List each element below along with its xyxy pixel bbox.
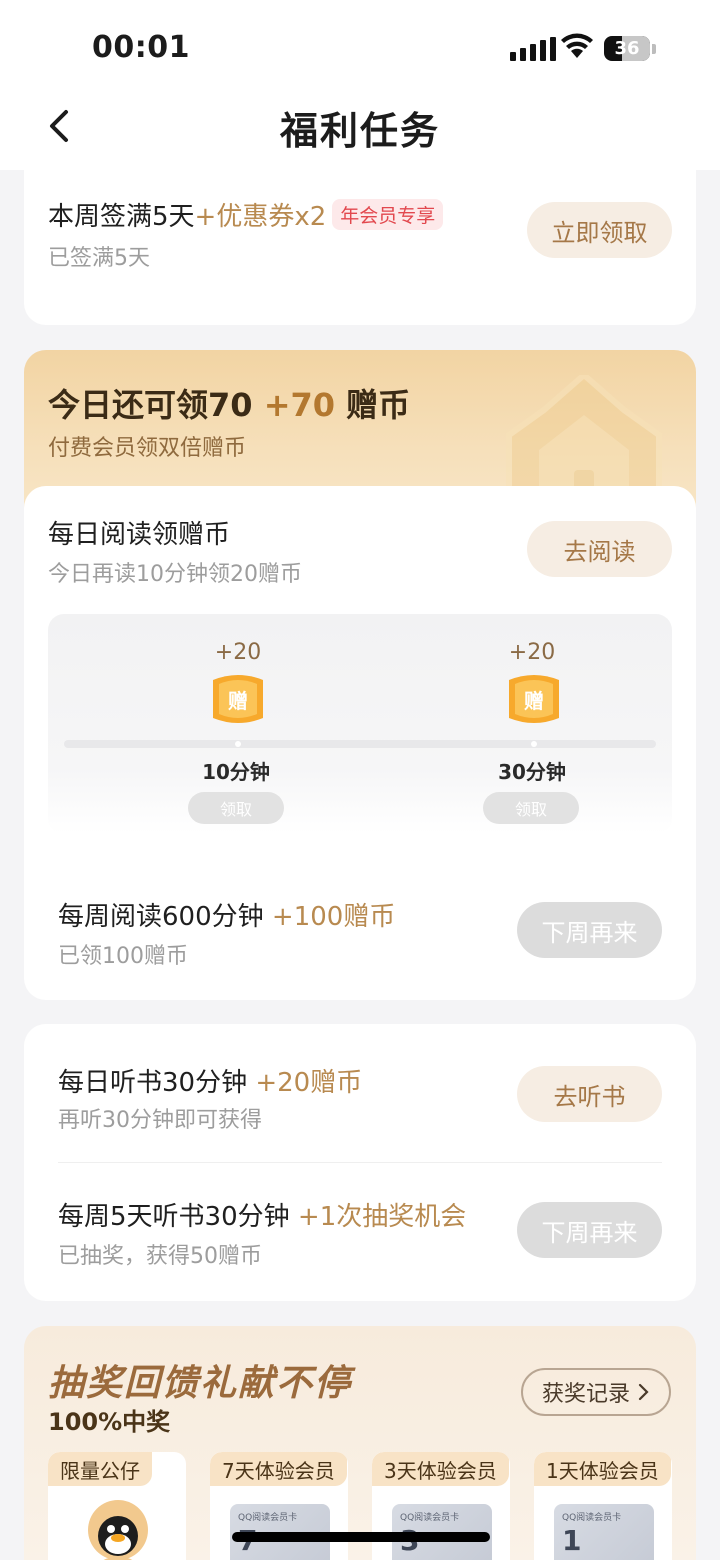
weekly-signin-title: 本周签满5天 bbox=[48, 202, 195, 232]
coins-amount: 70 bbox=[208, 386, 253, 424]
claim-30min-button[interactable]: 领取 bbox=[483, 792, 579, 824]
member-card-caption: QQ阅读会员卡 bbox=[238, 1513, 298, 1523]
listening-tasks-card: 每日听书30分钟 +20赠币 再听30分钟即可获得 去听书 每周5天听书30分钟… bbox=[24, 1024, 696, 1301]
weekly-listen-sub: 已抽奖，获得50赠币 bbox=[58, 1244, 262, 1269]
cellular-signal-icon bbox=[510, 37, 556, 61]
coin-icon: 赠 bbox=[509, 675, 559, 723]
prize-label: 1天体验会员 bbox=[534, 1452, 671, 1486]
weekly-reading-title: 每周阅读600分钟 bbox=[58, 902, 264, 932]
weekly-signin-card: 本周签满5天+优惠券x2 年会员专享 已签满5天 立即领取 bbox=[24, 150, 696, 325]
coins-bonus: +70 bbox=[263, 386, 336, 424]
milestone-time: 10分钟 bbox=[202, 760, 270, 784]
reading-tasks-card: 每日阅读领赠币 今日再读10分钟领20赠币 去阅读 +20 赠 10分钟 领取 … bbox=[24, 486, 696, 1000]
daily-listen-sub: 再听30分钟即可获得 bbox=[58, 1108, 262, 1133]
prize-item: 限量公仔 bbox=[48, 1452, 186, 1560]
milestone-reward: +20 bbox=[508, 640, 556, 665]
claim-now-button[interactable]: 立即领取 bbox=[527, 202, 672, 258]
go-read-button[interactable]: 去阅读 bbox=[527, 521, 672, 577]
wifi-icon bbox=[561, 33, 593, 58]
next-week-button[interactable]: 下周再来 bbox=[517, 1202, 662, 1258]
lottery-card: 抽奖回馈礼献不停 100%中奖 获奖记录 限量公仔 7天体验会员 QQ阅读会员卡… bbox=[24, 1326, 696, 1560]
weekly-signin-reward: +优惠券x2 bbox=[194, 202, 327, 232]
battery-tip bbox=[652, 44, 656, 54]
next-week-button[interactable]: 下周再来 bbox=[517, 902, 662, 958]
prize-label: 限量公仔 bbox=[48, 1452, 152, 1486]
battery-icon: 36 bbox=[604, 36, 650, 61]
home-indicator[interactable] bbox=[232, 1532, 490, 1542]
prize-item: 7天体验会员 QQ阅读会员卡 7 bbox=[210, 1452, 348, 1560]
daily-listen-title: 每日听书30分钟 bbox=[58, 1068, 248, 1098]
progress-track bbox=[64, 740, 656, 748]
member-card-thumbnail: QQ阅读会员卡 1 bbox=[554, 1504, 654, 1560]
coins-unit: 赠币 bbox=[346, 386, 411, 424]
claim-10min-button[interactable]: 领取 bbox=[188, 792, 284, 824]
member-card-caption: QQ阅读会员卡 bbox=[562, 1513, 622, 1523]
chevron-right-icon bbox=[638, 1383, 649, 1401]
prize-label: 7天体验会员 bbox=[210, 1452, 347, 1486]
top-bar: 00:01 36 福利任务 bbox=[0, 0, 720, 170]
coins-banner-sub: 付费会员领双倍赠币 bbox=[48, 436, 247, 461]
go-listen-button[interactable]: 去听书 bbox=[517, 1066, 662, 1122]
coin-icon: 赠 bbox=[213, 675, 263, 723]
divider bbox=[58, 1162, 662, 1163]
coin-glyph: 赠 bbox=[524, 689, 544, 713]
member-card-days: 1 bbox=[562, 1524, 582, 1557]
prize-item: 1天体验会员 QQ阅读会员卡 1 bbox=[534, 1452, 672, 1560]
coin-glyph: 赠 bbox=[228, 689, 248, 713]
status-time: 00:01 bbox=[92, 30, 190, 65]
progress-dot bbox=[531, 741, 537, 747]
lottery-title: 抽奖回馈礼献不停 bbox=[48, 1363, 353, 1404]
weekly-reading-sub: 已领100赠币 bbox=[58, 944, 188, 969]
vip-exclusive-badge: 年会员专享 bbox=[332, 199, 444, 230]
member-card-caption: QQ阅读会员卡 bbox=[400, 1513, 460, 1523]
lottery-sub: 100%中奖 bbox=[48, 1408, 171, 1436]
weekly-listen-title-row: 每周5天听书30分钟 +1次抽奖机会 bbox=[58, 1196, 466, 1233]
prize-records-label: 获奖记录 bbox=[541, 1382, 630, 1407]
page-title: 福利任务 bbox=[279, 109, 440, 153]
weekly-reading-reward: +100赠币 bbox=[271, 902, 396, 932]
coins-banner-title: 今日还可领70 +70 赠币 bbox=[48, 380, 410, 426]
weekly-signin-title-row: 本周签满5天+优惠券x2 年会员专享 bbox=[48, 196, 444, 233]
penguin-mascot-icon bbox=[88, 1500, 148, 1560]
weekly-listen-title: 每周5天听书30分钟 bbox=[58, 1202, 290, 1232]
daily-reading-title: 每日阅读领赠币 bbox=[48, 520, 231, 550]
milestone-time: 30分钟 bbox=[498, 760, 566, 784]
coins-banner-prefix: 今日还可领 bbox=[48, 386, 209, 424]
progress-dot bbox=[235, 741, 241, 747]
milestone-reward: +20 bbox=[214, 640, 262, 665]
battery-level: 36 bbox=[614, 38, 640, 59]
weekly-signin-status: 已签满5天 bbox=[48, 246, 150, 271]
weekly-listen-reward: +1次抽奖机会 bbox=[297, 1202, 467, 1232]
prize-label: 3天体验会员 bbox=[372, 1452, 509, 1486]
prize-records-button[interactable]: 获奖记录 bbox=[521, 1368, 671, 1416]
daily-listen-title-row: 每日听书30分钟 +20赠币 bbox=[58, 1062, 362, 1099]
reading-progress-panel: +20 赠 10分钟 领取 +20 赠 30分钟 领取 bbox=[48, 614, 672, 834]
weekly-reading-title-row: 每周阅读600分钟 +100赠币 bbox=[58, 896, 395, 933]
daily-listen-reward: +20赠币 bbox=[255, 1068, 363, 1098]
prize-item: 3天体验会员 QQ阅读会员卡 3 bbox=[372, 1452, 510, 1560]
daily-reading-sub: 今日再读10分钟领20赠币 bbox=[48, 562, 302, 587]
